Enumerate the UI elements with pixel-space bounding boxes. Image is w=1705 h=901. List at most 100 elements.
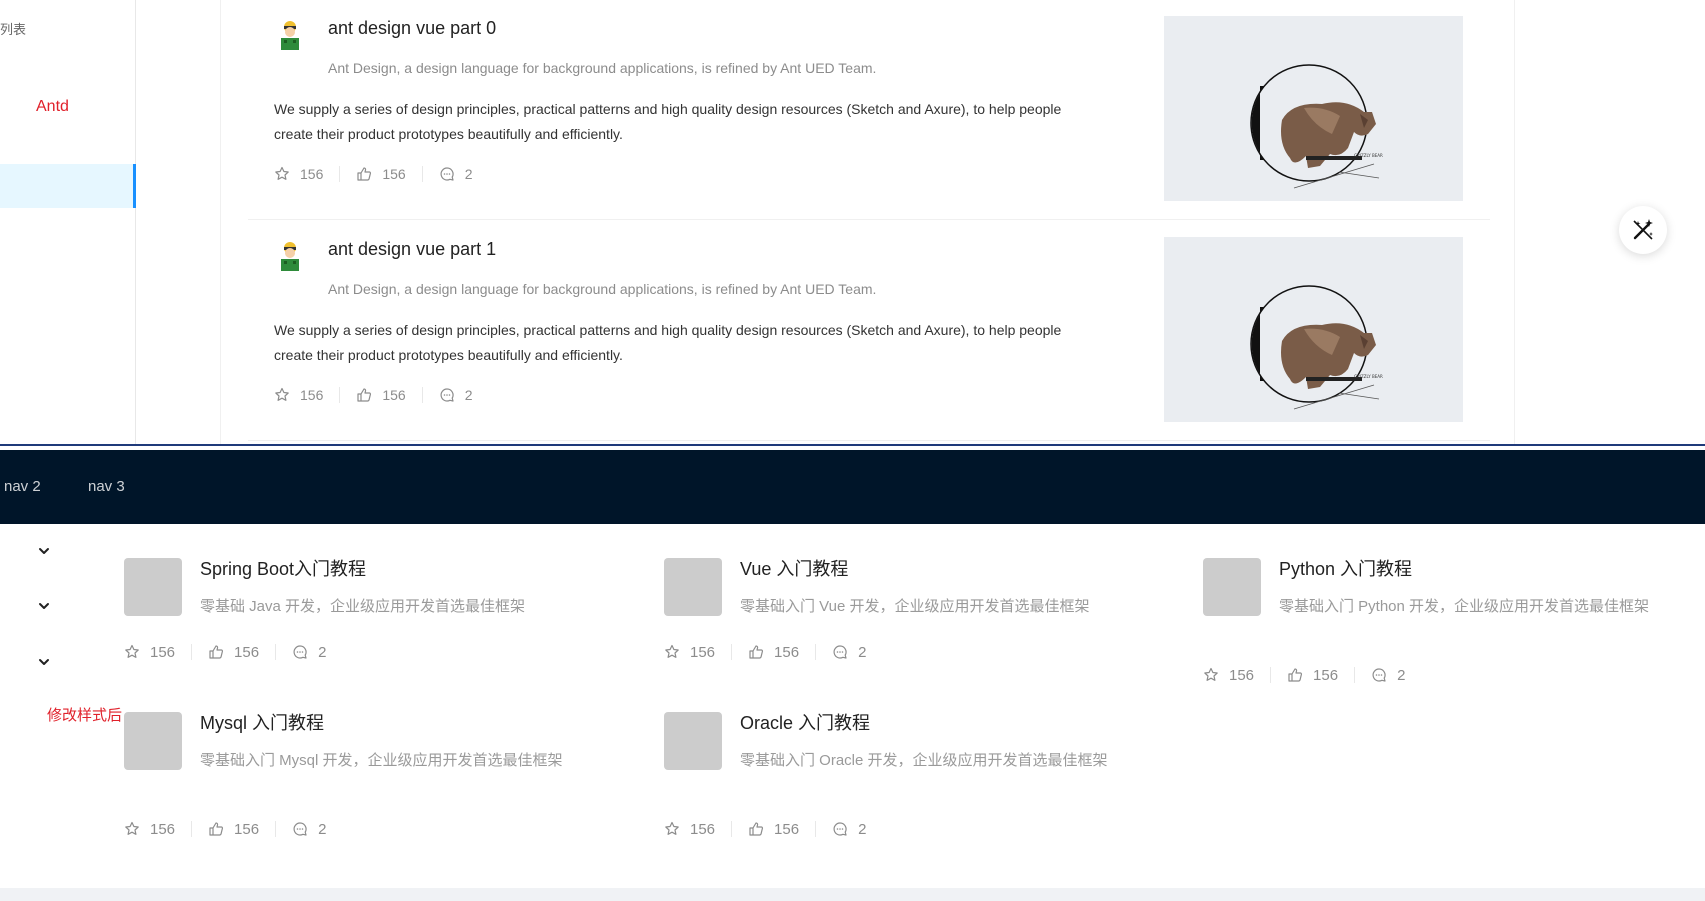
article-list: ant design vue part 0 Ant Design, a desi… bbox=[220, 0, 1515, 446]
star-icon bbox=[125, 821, 139, 835]
top-panel: 列表 Antd ant design vue part 0 Ant Design… bbox=[0, 0, 1705, 446]
comment-count: 2 bbox=[318, 820, 327, 838]
star-icon bbox=[125, 644, 139, 658]
star-action[interactable]: 156 bbox=[664, 643, 733, 661]
comment-icon bbox=[440, 167, 454, 181]
bottom-panel: 修改样式后 Spring Boot入门教程 零基础 Java 开发，企业级应用开… bbox=[0, 524, 1705, 888]
like-action[interactable]: 156 bbox=[1271, 666, 1356, 684]
top-sidebar: 列表 Antd bbox=[0, 0, 136, 446]
course-title[interactable]: Spring Boot入门教程 bbox=[200, 555, 366, 581]
like-count: 156 bbox=[1313, 666, 1339, 684]
comment-count: 2 bbox=[858, 820, 867, 838]
like-count: 156 bbox=[234, 643, 260, 661]
chevron-down-icon[interactable] bbox=[36, 598, 52, 614]
course-title[interactable]: Mysql 入门教程 bbox=[200, 709, 324, 735]
avatar bbox=[281, 21, 299, 50]
grizzly-bear-image: GRIZZLY BEAR bbox=[1250, 64, 1383, 189]
star-count: 156 bbox=[1229, 666, 1255, 684]
article-image[interactable]: GRIZZLY BEAR bbox=[1164, 237, 1463, 422]
comment-action[interactable]: 2 bbox=[816, 820, 882, 838]
like-count: 156 bbox=[774, 820, 800, 838]
chevron-down-icon[interactable] bbox=[36, 543, 52, 559]
grizzly-bear-image: GRIZZLY BEAR bbox=[1250, 285, 1383, 410]
article-title[interactable]: ant design vue part 1 bbox=[328, 239, 496, 260]
comment-icon bbox=[833, 822, 847, 836]
like-action[interactable]: 156 bbox=[192, 643, 277, 661]
panel-divider bbox=[0, 444, 1705, 446]
article-content: We supply a series of design principles,… bbox=[274, 322, 1062, 363]
image-caption: GRIZZLY BEAR bbox=[1354, 153, 1383, 158]
course-thumbnail[interactable] bbox=[664, 558, 722, 616]
star-icon bbox=[275, 166, 289, 180]
course-thumbnail[interactable] bbox=[124, 712, 182, 770]
article-item: ant design vue part 1 Ant Design, a desi… bbox=[248, 221, 1490, 441]
course-title[interactable]: Oracle 入门教程 bbox=[740, 709, 870, 735]
star-icon bbox=[1204, 667, 1218, 681]
article-description: Ant Design, a design language for backgr… bbox=[328, 281, 877, 297]
comment-count: 2 bbox=[1397, 666, 1406, 684]
comment-action[interactable]: 2 bbox=[276, 820, 342, 838]
article-item: ant design vue part 0 Ant Design, a desi… bbox=[248, 0, 1490, 220]
article-image[interactable]: GRIZZLY BEAR bbox=[1164, 16, 1463, 201]
magic-wand-button[interactable] bbox=[1619, 206, 1667, 254]
star-count: 156 bbox=[150, 643, 176, 661]
comment-icon bbox=[440, 388, 454, 402]
comment-action[interactable]: 2 bbox=[816, 643, 882, 661]
sidebar-title: 列表 bbox=[0, 22, 27, 37]
course-actions: 156 156 2 bbox=[664, 820, 882, 838]
course-description: 零基础入门 Mysql 开发，企业级应用开发首选最佳框架 bbox=[200, 752, 563, 769]
star-action[interactable]: 156 bbox=[664, 820, 733, 838]
course-description: 零基础入门 Python 开发，企业级应用开发首选最佳框架 bbox=[1279, 598, 1650, 615]
star-count: 156 bbox=[150, 820, 176, 838]
course-title[interactable]: Vue 入门教程 bbox=[740, 555, 848, 581]
modified-style-note: 修改样式后 bbox=[47, 707, 123, 724]
star-action[interactable]: 156 bbox=[124, 820, 193, 838]
nav-item-3[interactable]: nav 3 bbox=[88, 478, 125, 495]
like-icon bbox=[357, 167, 372, 181]
star-action[interactable]: 156 bbox=[274, 387, 341, 403]
comment-count: 2 bbox=[464, 166, 473, 182]
like-icon bbox=[749, 645, 764, 659]
course-thumbnail[interactable] bbox=[664, 712, 722, 770]
article-content: We supply a series of design principles,… bbox=[274, 101, 1062, 142]
course-title[interactable]: Python 入门教程 bbox=[1279, 555, 1412, 581]
course-thumbnail[interactable] bbox=[1203, 558, 1261, 616]
comment-icon bbox=[293, 645, 307, 659]
chevron-down-icon[interactable] bbox=[36, 654, 52, 670]
star-action[interactable]: 156 bbox=[1203, 666, 1272, 684]
like-action[interactable]: 156 bbox=[732, 643, 817, 661]
comment-action[interactable]: 2 bbox=[423, 166, 489, 182]
course-actions: 156 156 2 bbox=[124, 820, 342, 838]
course-description: 零基础入门 Oracle 开发，企业级应用开发首选最佳框架 bbox=[740, 752, 1108, 769]
comment-icon bbox=[293, 822, 307, 836]
star-icon bbox=[275, 387, 289, 401]
star-count: 156 bbox=[690, 820, 716, 838]
course-description: 零基础入门 Vue 开发，企业级应用开发首选最佳框架 bbox=[740, 598, 1090, 615]
like-action[interactable]: 156 bbox=[340, 166, 423, 182]
course-thumbnail[interactable] bbox=[124, 558, 182, 616]
avatar bbox=[281, 242, 299, 271]
screen: 列表 Antd ant design vue part 0 Ant Design… bbox=[0, 0, 1705, 901]
like-action[interactable]: 156 bbox=[732, 820, 817, 838]
star-action[interactable]: 156 bbox=[274, 166, 341, 182]
like-count: 156 bbox=[774, 643, 800, 661]
comment-action[interactable]: 2 bbox=[276, 644, 342, 661]
sidebar-item-antd[interactable]: Antd bbox=[36, 98, 69, 116]
nav-item-2[interactable]: nav 2 bbox=[4, 478, 41, 495]
sidebar-selected-item[interactable] bbox=[0, 164, 136, 208]
comment-count: 2 bbox=[858, 643, 867, 661]
comment-action[interactable]: 2 bbox=[1355, 666, 1421, 684]
top-navbar: nav 2 nav 3 bbox=[0, 450, 1705, 524]
like-action[interactable]: 156 bbox=[192, 821, 277, 838]
star-count: 156 bbox=[690, 643, 716, 661]
star-icon bbox=[665, 644, 679, 658]
magic-wand-icon bbox=[1633, 219, 1653, 240]
course-actions: 156 156 2 bbox=[664, 643, 882, 661]
like-icon bbox=[357, 388, 372, 402]
star-action[interactable]: 156 bbox=[124, 643, 193, 661]
article-title[interactable]: ant design vue part 0 bbox=[328, 18, 496, 39]
course-actions: 156 156 2 bbox=[124, 643, 342, 661]
like-action[interactable]: 156 bbox=[340, 387, 423, 403]
image-caption: GRIZZLY BEAR bbox=[1354, 374, 1383, 379]
comment-action[interactable]: 2 bbox=[423, 387, 489, 403]
